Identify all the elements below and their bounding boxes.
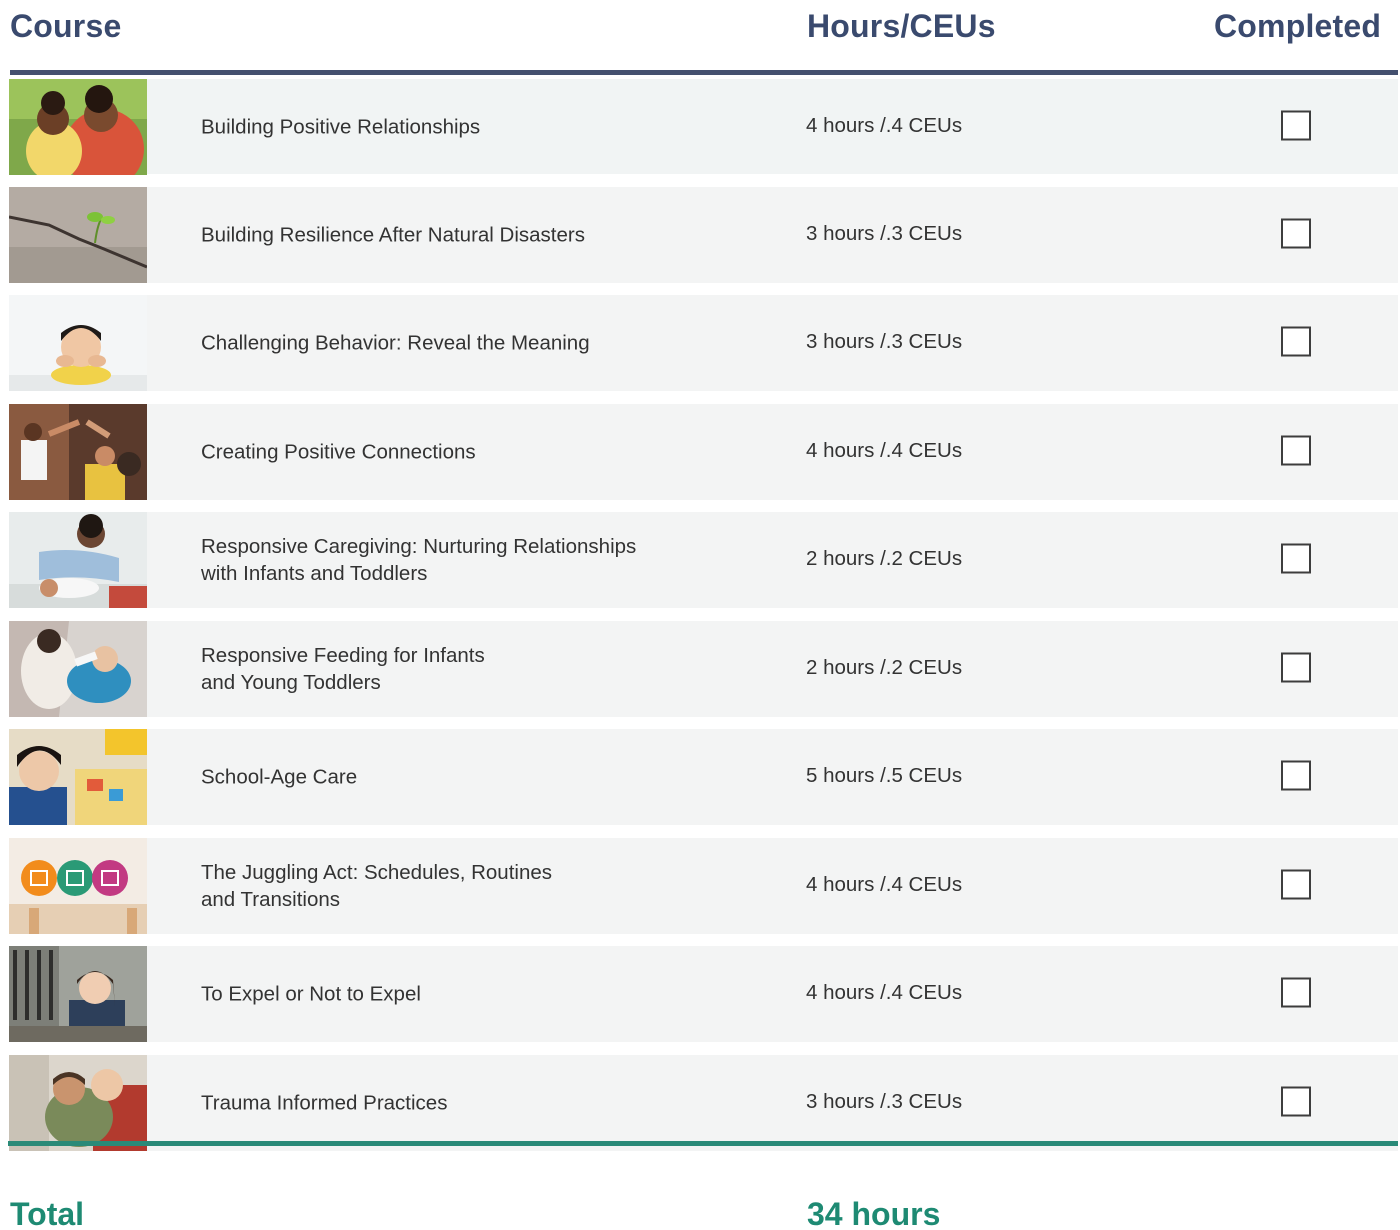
- children-high-five-photo: [9, 403, 147, 500]
- completed-column-header: Completed: [1214, 8, 1382, 44]
- course-row: School-Age Care 5 hours /.5 CEUs: [9, 729, 1398, 825]
- mother-and-child-photo: [9, 79, 147, 175]
- course-hours: 4 hours /.4 CEUs: [806, 113, 963, 137]
- course-title: Building Resilience After Natural Disast…: [201, 223, 585, 246]
- sprout-in-cracked-ground-photo: [9, 186, 147, 283]
- course-checklist-page: Course Hours/CEUs Completed Building Pos…: [0, 0, 1400, 1230]
- course-hours: 2 hours /.2 CEUs: [806, 546, 963, 570]
- completed-checkbox[interactable]: [1281, 760, 1311, 791]
- total-hours: 34 hours: [807, 1196, 941, 1230]
- completed-checkbox[interactable]: [1281, 218, 1311, 248]
- completed-checkbox[interactable]: [1281, 652, 1311, 682]
- course-hours: 3 hours /.3 CEUs: [806, 221, 963, 245]
- adult-hugging-child-photo: [9, 1054, 147, 1151]
- course-title: Responsive Feeding for Infants and Young…: [201, 643, 485, 694]
- smiling-school-age-child-photo: [9, 729, 147, 825]
- course-row: Responsive Caregiving: Nurturing Relatio…: [9, 512, 1398, 608]
- course-hours: 4 hours /.4 CEUs: [806, 980, 963, 1004]
- completed-checkbox[interactable]: [1281, 435, 1311, 465]
- course-list: Building Positive Relationships 4 hours …: [9, 79, 1398, 1163]
- pouting-child-photo: [9, 295, 147, 391]
- course-hours: 3 hours /.3 CEUs: [806, 1089, 963, 1113]
- completed-checkbox[interactable]: [1281, 977, 1311, 1008]
- completed-checkbox[interactable]: [1281, 326, 1311, 357]
- completed-checkbox[interactable]: [1281, 543, 1311, 574]
- course-title: School-Age Care: [201, 765, 358, 789]
- course-title: Creating Positive Connections: [201, 440, 476, 463]
- completed-checkbox[interactable]: [1281, 1086, 1311, 1116]
- total-label: Total: [10, 1196, 85, 1230]
- course-row: Building Resilience After Natural Disast…: [9, 186, 1398, 283]
- course-title: The Juggling Act: Schedules, Routines an…: [201, 860, 552, 911]
- course-row: Challenging Behavior: Reveal the Meaning…: [9, 295, 1398, 391]
- caregiver-with-infant-photo: [9, 512, 147, 608]
- course-hours: 4 hours /.4 CEUs: [806, 872, 963, 896]
- course-row: Trauma Informed Practices 3 hours /.3 CE…: [9, 1054, 1398, 1151]
- course-hours: 5 hours /.5 CEUs: [806, 763, 963, 787]
- bottle-feeding-infant-photo: [9, 620, 147, 717]
- course-title: Trauma Informed Practices: [201, 1091, 448, 1114]
- course-title: Challenging Behavior: Reveal the Meaning: [201, 331, 590, 355]
- course-title: Building Positive Relationships: [201, 115, 481, 138]
- header-divider: [10, 70, 1398, 75]
- course-row: Building Positive Relationships 4 hours …: [9, 79, 1398, 175]
- course-hours: 2 hours /.2 CEUs: [806, 655, 963, 679]
- calendar-icons-graphic: [9, 837, 147, 934]
- course-title: Responsive Caregiving: Nurturing Relatio…: [201, 535, 637, 585]
- course-hours: 3 hours /.3 CEUs: [806, 329, 963, 353]
- hours-column-header: Hours/CEUs: [807, 8, 996, 44]
- course-row: Creating Positive Connections 4 hours /.…: [9, 403, 1398, 500]
- course-row: The Juggling Act: Schedules, Routines an…: [9, 837, 1398, 934]
- course-title: To Expel or Not to Expel: [201, 982, 421, 1006]
- completed-checkbox[interactable]: [1281, 110, 1311, 140]
- course-column-header: Course: [10, 8, 122, 44]
- course-row: Responsive Feeding for Infants and Young…: [9, 620, 1398, 717]
- completed-checkbox[interactable]: [1281, 869, 1311, 899]
- course-row: To Expel or Not to Expel 4 hours /.4 CEU…: [9, 946, 1398, 1042]
- child-behind-fence-photo: [9, 946, 147, 1042]
- table-bottom-divider: [8, 1141, 1398, 1146]
- course-hours: 4 hours /.4 CEUs: [806, 438, 963, 462]
